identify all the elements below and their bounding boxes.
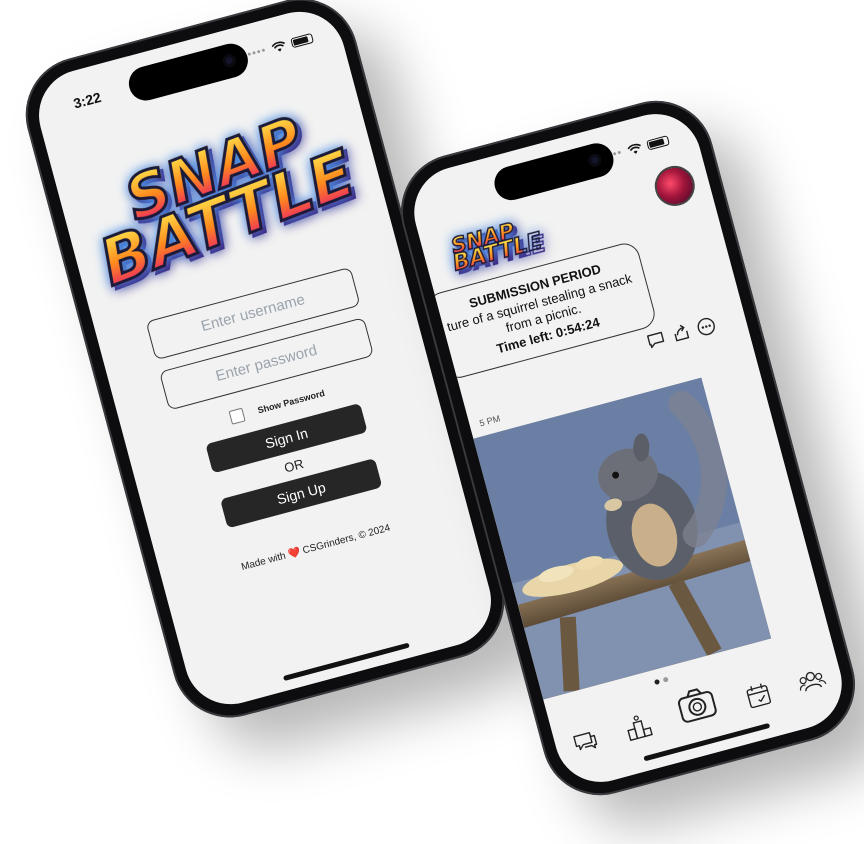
wifi-icon (627, 143, 641, 154)
submission-screen: •• SNAP BATTLE SUBMISSION PERIOD ture of… (403, 103, 853, 793)
camera-icon[interactable] (671, 679, 722, 730)
share-icon[interactable] (669, 321, 693, 345)
dynamic-island (490, 139, 618, 204)
friends-icon[interactable] (795, 664, 829, 698)
footer-credit: Made with ❤️ CSGrinders, © 2024 (163, 502, 469, 594)
submission-photo[interactable] (473, 377, 772, 700)
comment-icon[interactable] (644, 328, 668, 352)
battery-icon (646, 135, 670, 151)
heart-icon: ❤️ (286, 546, 302, 561)
dynamic-island (125, 39, 252, 105)
signal-icon: •••• (246, 44, 268, 61)
snap-battle-logo: SNAP BATTLE (447, 218, 546, 278)
more-icon[interactable] (694, 314, 718, 338)
footer-suffix: CSGrinders, © 2024 (301, 522, 392, 557)
calendar-icon[interactable] (741, 679, 775, 713)
post-timestamp: 5 PM (478, 413, 502, 429)
signal-icon: •• (611, 146, 624, 161)
leaderboard-icon[interactable] (622, 711, 656, 745)
squirrel-photo-art (473, 377, 772, 700)
avatar[interactable] (650, 161, 700, 211)
signin-screen: 3:22 •••• SNAP BATTLE Enter username Ent… (28, 1, 502, 715)
show-password-label: Show Password (256, 388, 326, 416)
status-icons: •••• (246, 32, 315, 61)
post-actions (644, 314, 719, 352)
home-indicator (282, 642, 410, 682)
status-icons: •• (611, 134, 670, 161)
page-indicator (653, 676, 669, 686)
battery-icon (290, 32, 315, 49)
footer-prefix: Made with (240, 550, 288, 574)
show-password-checkbox[interactable] (229, 407, 247, 425)
page-dot-active (653, 678, 661, 686)
wifi-icon (271, 41, 285, 52)
page-dot (662, 676, 669, 683)
snap-battle-logo: SNAP BATTLE (56, 103, 387, 303)
status-time: 3:22 (71, 88, 103, 112)
chat-icon[interactable] (568, 725, 602, 759)
